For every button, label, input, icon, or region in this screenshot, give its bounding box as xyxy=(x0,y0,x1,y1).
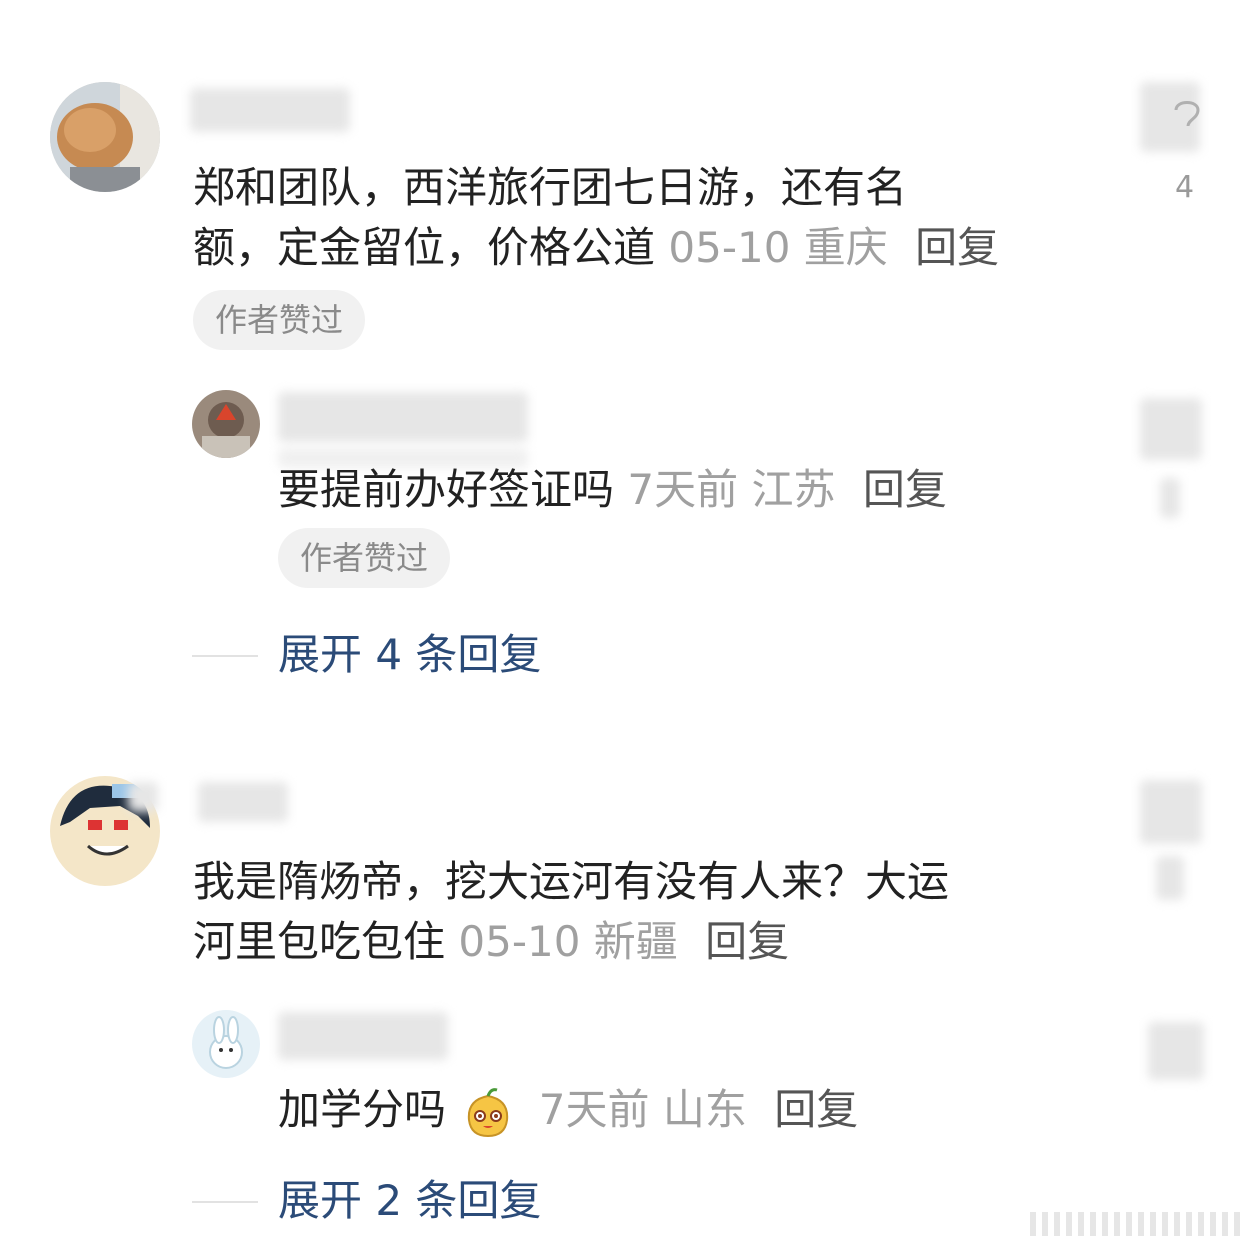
expand-divider xyxy=(192,1201,258,1203)
sub-reply-author-liked-badge: 作者赞过 xyxy=(278,528,451,588)
sub-reply-button[interactable]: 回复 xyxy=(863,465,947,514)
username-blurred[interactable] xyxy=(190,88,350,132)
comment-text-line2: 额，定金留位，价格公道 xyxy=(193,223,656,272)
like-icon[interactable] xyxy=(1170,96,1204,136)
sub-like-icon-blurred[interactable] xyxy=(1140,398,1202,460)
like-icon-blurred[interactable] xyxy=(1140,780,1202,844)
comment-time: 05-10 xyxy=(458,917,581,966)
avatar-image-icon xyxy=(192,1010,260,1078)
comment-time: 05-10 xyxy=(668,223,791,272)
avatar-image-icon xyxy=(50,82,160,192)
expand-replies-button[interactable]: 展开 4 条回复 xyxy=(278,627,541,683)
comment-text-line1: 我是隋炀帝，挖大运河有没有人来？大运 xyxy=(193,857,950,906)
avatar-image-icon xyxy=(192,390,260,458)
sub-like-count-blurred xyxy=(1160,478,1180,518)
reply-button[interactable]: 回复 xyxy=(915,223,999,272)
username-blurred[interactable] xyxy=(198,782,288,822)
sub-reply-time: 7天前 xyxy=(538,1085,650,1134)
comment-location: 重庆 xyxy=(803,223,888,272)
sub-reply-time: 7天前 xyxy=(627,465,739,514)
expand-replies-button[interactable]: 展开 2 条回复 xyxy=(278,1173,541,1229)
like-outline-icon xyxy=(1174,101,1200,127)
comment-text-line2-row: 额，定金留位，价格公道 05-10 重庆 回复 xyxy=(193,218,999,278)
comment-text-line1: 郑和团队，西洋旅行团七日游，还有名 xyxy=(193,163,908,212)
sub-reply-row: 加学分吗 7天前 山东 回复 xyxy=(278,1080,858,1140)
author-liked-badge: 作者赞过 xyxy=(193,290,366,350)
sub-reply-text: 加学分吗 xyxy=(278,1085,447,1134)
expand-divider xyxy=(192,655,258,657)
sub-reply-username-blurred[interactable] xyxy=(278,392,528,442)
comment-text-line2: 河里包吃包住 xyxy=(193,917,446,966)
sub-like-icon-blurred[interactable] xyxy=(1148,1022,1204,1080)
username-blurred[interactable] xyxy=(128,782,158,812)
like-count-blurred xyxy=(1156,856,1184,900)
comment-text: 郑和团队，西洋旅行团七日游，还有名 xyxy=(193,158,907,218)
sub-reply-avatar[interactable] xyxy=(192,390,260,458)
sub-reply-username-blurred[interactable] xyxy=(278,1012,448,1060)
comment-text-line2-row: 河里包吃包住 05-10 新疆 回复 xyxy=(193,912,789,972)
watermark-pattern xyxy=(1030,1212,1240,1236)
sub-reply-button[interactable]: 回复 xyxy=(774,1085,858,1134)
sub-reply-row: 要提前办好签证吗 7天前 江苏 回复 xyxy=(278,460,947,520)
reply-button[interactable]: 回复 xyxy=(705,917,789,966)
sub-reply-location: 江苏 xyxy=(751,465,836,514)
sub-reply-text: 要提前办好签证吗 xyxy=(278,465,615,514)
comment-location: 新疆 xyxy=(593,917,678,966)
avatar[interactable] xyxy=(50,82,160,192)
sub-reply-location: 山东 xyxy=(662,1085,747,1134)
sub-reply-avatar[interactable] xyxy=(192,1010,260,1078)
comment-text: 我是隋炀帝，挖大运河有没有人来？大运 xyxy=(193,852,949,912)
like-count: 4 xyxy=(1175,170,1195,205)
face-emoji-icon xyxy=(461,1086,515,1140)
